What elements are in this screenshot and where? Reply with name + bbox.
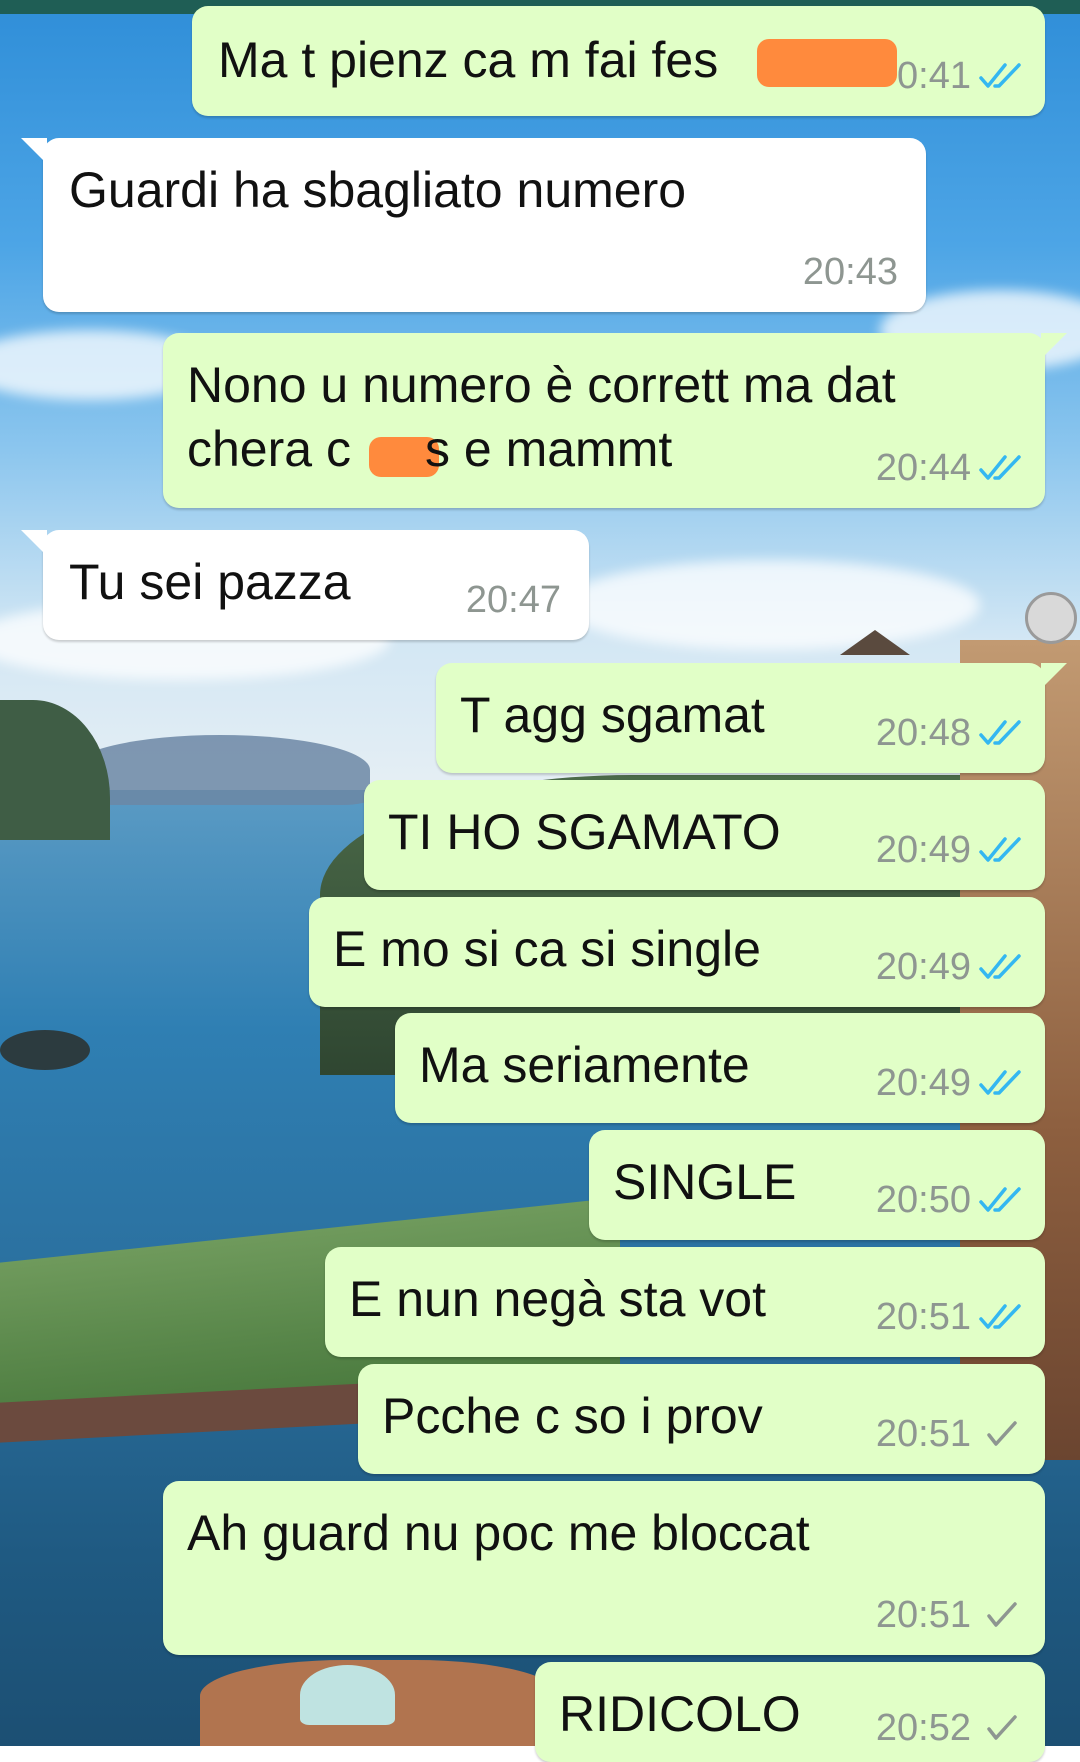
message-bubble-outgoing[interactable]: Nono u numero è corrett ma dat chera c s… (163, 333, 1067, 508)
message-meta: 20:48 (876, 711, 1023, 755)
read-double-check-icon (979, 954, 1021, 979)
message-text: Ma seriamente (419, 1037, 750, 1093)
sent-check-icon (987, 1602, 1017, 1627)
message-text: RIDICOLO (559, 1686, 801, 1742)
message-timestamp: 20:49 (875, 829, 971, 871)
read-double-check-icon (979, 1187, 1021, 1212)
message-list: Ma t pienz ca m fai fes 0:41 Guardi ha s… (0, 0, 1080, 1762)
message-text: Ah guard nu poc me bloccat (187, 1505, 810, 1561)
message-meta: 20:49 (876, 945, 1023, 989)
message-timestamp: 20:51 (875, 1594, 971, 1636)
read-double-check-icon (979, 720, 1021, 745)
message-meta: 20:51 (876, 1593, 1023, 1637)
read-double-check-icon (979, 63, 1021, 88)
message-text-line2-start: chera c (187, 421, 351, 477)
message-meta: 20:52 (876, 1706, 1023, 1750)
message-bubble-outgoing[interactable]: T agg sgamat 20:48 (436, 663, 1067, 773)
message-bubble-outgoing[interactable]: Ma seriamente 20:49 (395, 1013, 1045, 1123)
message-bubble-outgoing[interactable]: Ah guard nu poc me bloccat 20:51 (163, 1481, 1045, 1655)
message-text: Ma t pienz ca m fai fes (218, 32, 719, 88)
message-meta: 20:44 (876, 446, 1023, 490)
read-double-check-icon (979, 1070, 1021, 1095)
message-bubble-outgoing[interactable]: SINGLE 20:50 (589, 1130, 1045, 1240)
message-meta: 20:49 (876, 828, 1023, 872)
message-meta: 20:43 (803, 250, 898, 294)
message-timestamp: 20:47 (465, 579, 561, 621)
message-bubble-incoming[interactable]: Tu sei pazza 20:47 (21, 530, 589, 640)
read-double-check-icon (979, 837, 1021, 862)
message-text: E nun negà sta vot (349, 1271, 766, 1327)
message-bubble-outgoing[interactable]: E mo si ca si single 20:49 (309, 897, 1045, 1007)
message-timestamp: 20:49 (875, 946, 971, 988)
message-timestamp: 20:44 (875, 447, 971, 489)
message-text-line2-end: s e mammt (425, 421, 673, 477)
message-meta: 20:50 (876, 1178, 1023, 1222)
message-text-line1: Nono u numero è corrett ma dat (187, 357, 896, 413)
read-double-check-icon (979, 455, 1021, 480)
sent-check-icon (987, 1715, 1017, 1740)
message-timestamp: 20:43 (802, 251, 898, 293)
message-text: Pcche c so i prov (382, 1388, 763, 1444)
message-text: Guardi ha sbagliato numero (69, 162, 687, 218)
read-double-check-icon (979, 1304, 1021, 1329)
message-bubble-outgoing[interactable]: RIDICOLO 20:52 (535, 1662, 1045, 1762)
message-bubble-outgoing[interactable]: Pcche c so i prov 20:51 (358, 1364, 1045, 1474)
sent-check-icon (987, 1421, 1017, 1446)
message-timestamp: 20:51 (875, 1413, 971, 1455)
message-text: TI HO SGAMATO (388, 804, 781, 860)
message-timestamp: 20:52 (875, 1707, 971, 1749)
message-meta: 20:51 (876, 1295, 1023, 1339)
message-timestamp: 20:50 (875, 1179, 971, 1221)
message-text: T agg sgamat (460, 687, 765, 743)
message-timestamp: 20:51 (875, 1296, 971, 1338)
message-text: SINGLE (613, 1154, 797, 1210)
message-text: E mo si ca si single (333, 921, 761, 977)
message-bubble-outgoing[interactable]: Ma t pienz ca m fai fes 0:41 (192, 6, 1045, 116)
message-bubble-incoming[interactable]: Guardi ha sbagliato numero 20:43 (21, 138, 926, 312)
message-text: Tu sei pazza (69, 554, 351, 610)
message-meta: 20:49 (876, 1061, 1023, 1105)
message-meta: 0:41 (897, 54, 1023, 98)
message-timestamp: 20:48 (875, 712, 971, 754)
message-bubble-outgoing[interactable]: TI HO SGAMATO 20:49 (364, 780, 1045, 890)
message-timestamp: 20:49 (875, 1062, 971, 1104)
redaction-mark (757, 39, 897, 87)
message-meta: 20:47 (466, 578, 561, 622)
message-meta: 20:51 (876, 1412, 1023, 1456)
message-bubble-outgoing[interactable]: E nun negà sta vot 20:51 (325, 1247, 1045, 1357)
message-timestamp: 0:41 (897, 55, 971, 97)
